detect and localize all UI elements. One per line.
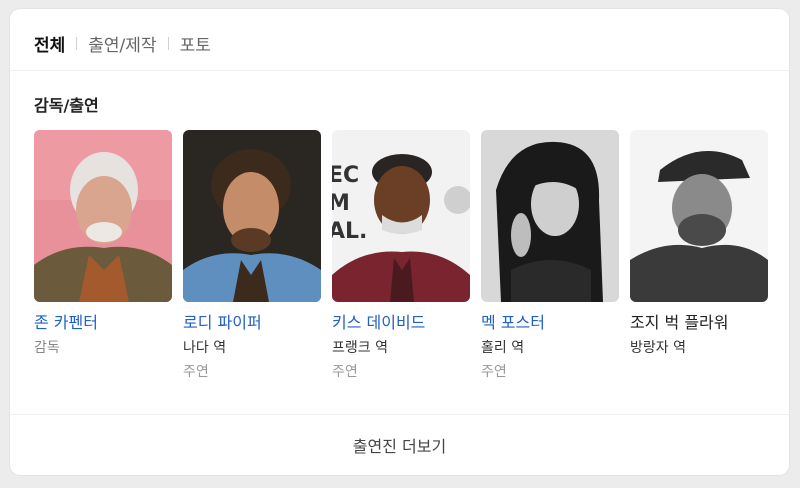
person-photo-5[interactable]: [630, 130, 768, 302]
tab-separator: [76, 36, 78, 50]
person-photo-3[interactable]: EC M AL.: [332, 130, 470, 302]
person-name-5: 조지 벅 플라워: [630, 313, 729, 332]
cast-card: 전체 출연/제작 포토 감독/출연 존 카펜터 감독 로디 파이퍼 나다 역 주…: [10, 9, 789, 475]
person-sub-3: 주연: [332, 364, 358, 380]
tab-separator: [167, 36, 169, 50]
person-name-2[interactable]: 로디 파이퍼: [183, 312, 321, 334]
person-photo-4[interactable]: [481, 130, 619, 302]
person-role-1: 감독: [34, 340, 60, 356]
person-role-5: 방랑자 역: [630, 340, 686, 356]
tab-cast-crew[interactable]: 출연/제작: [88, 31, 156, 56]
person-sub-4: 주연: [481, 364, 507, 380]
tab-bar: 전체 출연/제작 포토: [34, 31, 211, 56]
person-photo-1[interactable]: [34, 130, 172, 302]
people-list: 존 카펜터 감독 로디 파이퍼 나다 역 주연 EC M AL. 키스 데이비드…: [34, 130, 768, 382]
person-name-1[interactable]: 존 카펜터: [34, 312, 172, 334]
person-card-1: 존 카펜터 감독: [34, 130, 172, 382]
tab-photo[interactable]: 포토: [180, 31, 211, 56]
section-title: 감독/출연: [34, 96, 99, 115]
divider: [10, 70, 789, 71]
tab-all[interactable]: 전체: [34, 31, 65, 56]
person-sub-2: 주연: [183, 364, 209, 380]
person-card-3: EC M AL. 키스 데이비드 프랭크 역 주연: [332, 130, 470, 382]
person-role-2: 나다 역: [183, 340, 227, 356]
person-role-4: 홀리 역: [481, 340, 525, 356]
person-photo-2[interactable]: [183, 130, 321, 302]
backdrop-text-3: AL.: [332, 219, 367, 244]
person-name-4[interactable]: 멕 포스터: [481, 312, 619, 334]
person-card-5: 조지 벅 플라워 방랑자 역: [630, 130, 768, 382]
person-role-3: 프랭크 역: [332, 340, 388, 356]
backdrop-text-1: EC: [332, 163, 359, 188]
person-name-3[interactable]: 키스 데이비드: [332, 312, 470, 334]
backdrop-text-2: M: [332, 191, 350, 216]
person-card-2: 로디 파이퍼 나다 역 주연: [183, 130, 321, 382]
person-card-4: 멕 포스터 홀리 역 주연: [481, 130, 619, 382]
show-more-cast-button[interactable]: 출연진 더보기: [10, 415, 789, 475]
